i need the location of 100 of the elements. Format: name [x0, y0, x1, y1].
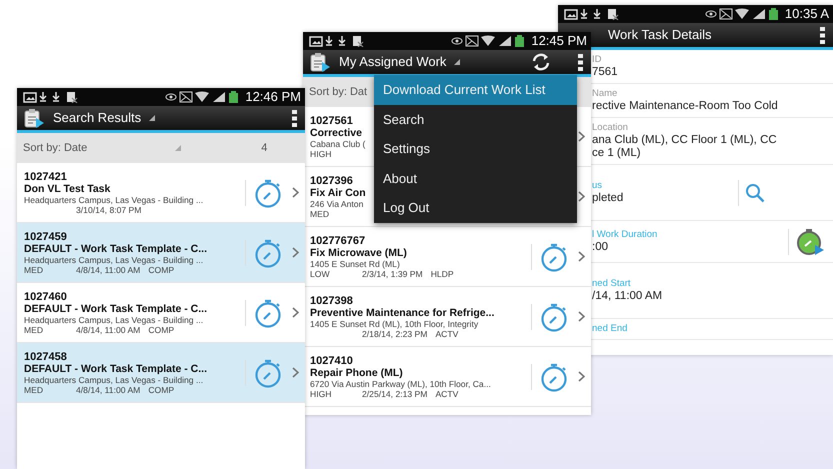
task-id: 1027458: [24, 350, 67, 362]
task-title: Don VL Test Task: [24, 182, 110, 194]
task-address: Headquarters Campus, Las Vegas - Building ...: [24, 254, 204, 264]
field-label: ID: [592, 54, 602, 66]
screen-title: My Assigned Work: [339, 53, 446, 72]
menu-icon[interactable]: [578, 54, 583, 70]
field-label: ned Start: [592, 278, 632, 290]
task-status: COMP: [148, 384, 174, 394]
chevron-right-icon[interactable]: [578, 251, 585, 262]
field-value: pleted: [592, 192, 624, 205]
field-label: us: [592, 180, 604, 192]
task-title: Preventive Maintenance for Refrige...: [310, 306, 494, 318]
task-list-item[interactable]: 1027459 DEFAULT - Work Task Template - C... Headquarters Campus, Las Vegas - Building ... MED 4/8/14, 11:00 AM COMP: [17, 223, 305, 283]
field-value: rective Maintenance-Room Too Cold: [592, 100, 779, 113]
refresh-icon[interactable]: [530, 52, 552, 72]
task-list-item[interactable]: 1027398 Preventive Maintenance for Refrige... 1405 E Sunset Rd (ML), 10th Floor, Integrity 2/18/14, 2:23 PM ACTV: [303, 287, 591, 347]
task-address: Cabana Club (: [310, 138, 366, 148]
menu-icon[interactable]: [820, 26, 825, 44]
task-date: 2/18/14, 2:23 PM: [362, 328, 428, 338]
status-time: 12:45 PM: [531, 32, 587, 50]
chevron-right-icon[interactable]: [578, 371, 585, 382]
search-icon[interactable]: [745, 182, 765, 202]
task-list-item[interactable]: 102776767 Fix Microwave (ML) 1405 E Sunset Rd (ML) LOW 2/3/14, 1:39 PM HLDP: [303, 227, 591, 287]
task-status: COMP: [148, 324, 174, 334]
task-title: Fix Microwave (ML): [310, 246, 407, 258]
task-id: 1027459: [24, 230, 67, 242]
task-priority: MED: [24, 324, 44, 334]
menu-item[interactable]: Download Current Work List: [374, 75, 577, 104]
task-id: 1027410: [310, 354, 353, 366]
task-id: 1027421: [24, 170, 67, 182]
chevron-right-icon[interactable]: [292, 187, 299, 198]
task-list-item[interactable]: 1027460 DEFAULT - Work Task Template - C... Headquarters Campus, Las Vegas - Building ... MED 4/8/14, 11:00 AM COMP: [17, 283, 305, 343]
task-priority: MED: [24, 384, 44, 394]
menu-item[interactable]: About: [374, 164, 577, 193]
task-id: 1027460: [24, 290, 67, 302]
task-title: Corrective: [310, 126, 362, 138]
task-address: 1405 E Sunset Rd (ML), 10th Floor, Integrity: [310, 318, 478, 328]
task-status: ACTV: [435, 388, 458, 398]
task-id: 1027398: [310, 294, 353, 306]
dropdown-corner-icon[interactable]: [454, 59, 460, 65]
task-date: 3/10/14, 8:07 PM: [76, 204, 142, 214]
task-address: Headquarters Campus, Las Vegas - Building ...: [24, 194, 204, 204]
task-list-item[interactable]: 1027458 DEFAULT - Work Task Template - C... Headquarters Campus, Las Vegas - Building ... MED 4/8/14, 11:00 AM COMP: [17, 343, 305, 403]
task-id: 1027561: [310, 114, 353, 126]
task-status: COMP: [148, 264, 174, 274]
task-date: 2/3/14, 1:39 PM: [362, 268, 423, 278]
chevron-right-icon[interactable]: [292, 367, 299, 378]
task-title: DEFAULT - Work Task Template - C...: [24, 302, 207, 314]
field-value: ana Club (ML), CC Floor 1 (ML), CC: [592, 134, 778, 147]
task-list-item[interactable]: 1027410 Repair Phone (ML) 6720 Via Austin Parkway (ML), 10th Floor, Ca... HIGH 2/25/14, 2:13 PM ACTV: [303, 347, 591, 407]
task-title: DEFAULT - Work Task Template - C...: [24, 242, 207, 254]
menu-item[interactable]: Settings: [374, 134, 577, 164]
task-priority: HIGH: [310, 148, 332, 158]
task-title: Fix Air Con: [310, 186, 366, 198]
stopwatch-icon[interactable]: [795, 228, 825, 254]
task-address: 6720 Via Austin Parkway (ML), 10th Floor, Ca...: [310, 378, 491, 388]
task-priority: HIGH: [310, 388, 332, 398]
status-time: 12:46 PM: [245, 88, 301, 106]
task-address: Headquarters Campus, Las Vegas - Building ...: [24, 314, 204, 324]
status-time: 10:35 A: [784, 5, 829, 23]
screen-title: Work Task Details: [608, 26, 712, 44]
task-address: 246 Via Anton: [310, 198, 364, 208]
field-value: :00: [592, 241, 609, 254]
field-label: ned End: [592, 323, 628, 335]
menu-item[interactable]: Log Out: [374, 193, 577, 222]
chevron-right-icon[interactable]: [292, 307, 299, 318]
task-priority: MED: [24, 264, 44, 274]
task-date: 2/25/14, 2:13 PM: [362, 388, 428, 398]
task-priority: MED: [310, 208, 330, 218]
task-date: 4/8/14, 11:00 AM: [76, 384, 140, 394]
task-priority: LOW: [310, 268, 331, 278]
result-count: 4: [261, 140, 268, 156]
chevron-right-icon[interactable]: [578, 311, 585, 322]
task-list-item[interactable]: 1027421 Don VL Test Task Headquarters Campus, Las Vegas - Building ... 3/10/14, 8:07 PM: [17, 163, 305, 223]
chevron-right-icon[interactable]: [292, 247, 299, 258]
clipboard-icon[interactable]: [309, 52, 331, 72]
task-status: HLDP: [430, 268, 454, 278]
chevron-right-icon[interactable]: [578, 191, 585, 202]
field-label: Location: [592, 122, 629, 134]
chevron-right-icon[interactable]: [578, 131, 585, 142]
task-title: Repair Phone (ML): [310, 366, 403, 378]
task-address: 1405 E Sunset Rd (ML): [310, 258, 400, 268]
screen-title: Search Results: [53, 109, 142, 128]
task-date: 4/8/14, 11:00 AM: [76, 264, 140, 274]
sort-selector[interactable]: Sort by: Dat: [309, 84, 368, 100]
task-title: DEFAULT - Work Task Template - C...: [24, 362, 207, 374]
field-value: ce 1 (ML): [592, 147, 642, 160]
menu-item[interactable]: Search: [374, 104, 577, 134]
field-label: Name: [592, 88, 618, 100]
field-value: 7561: [592, 66, 619, 79]
field-value: /14, 11:00 AM: [592, 290, 664, 303]
clipboard-icon[interactable]: [23, 108, 45, 128]
sort-selector[interactable]: Sort by: Date: [23, 140, 88, 156]
dropdown-corner-icon[interactable]: [149, 115, 156, 121]
field-label: l Work Duration: [592, 229, 658, 241]
task-status: ACTV: [435, 328, 458, 338]
task-id: 1027396: [310, 174, 353, 186]
task-address: Headquarters Campus, Las Vegas - Building ...: [24, 374, 204, 384]
menu-icon[interactable]: [292, 110, 297, 126]
task-date: 4/8/14, 11:00 AM: [76, 324, 140, 334]
